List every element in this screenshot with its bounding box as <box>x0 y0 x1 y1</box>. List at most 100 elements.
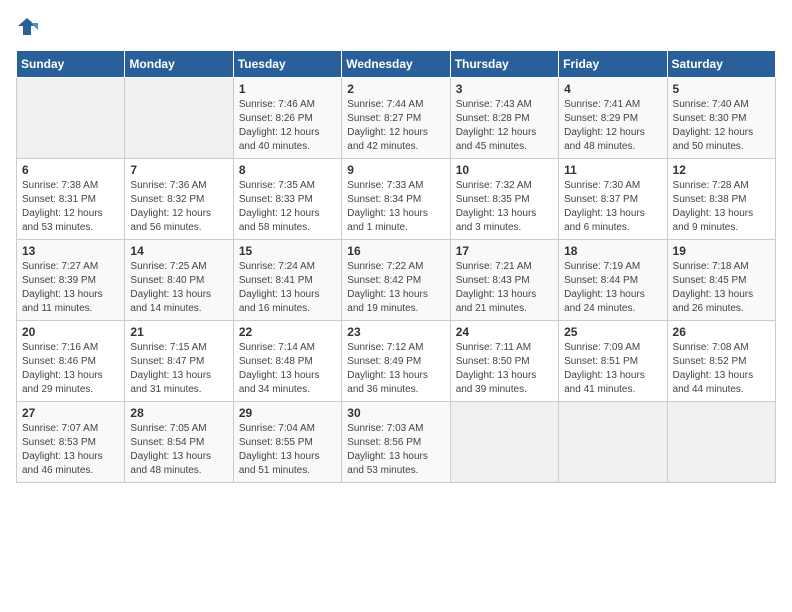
calendar-cell: 4 Sunrise: 7:41 AM Sunset: 8:29 PM Daylig… <box>559 78 667 159</box>
day-info: Sunrise: 7:32 AM Sunset: 8:35 PM Dayligh… <box>456 179 553 235</box>
calendar-cell: 12 Sunrise: 7:28 AM Sunset: 8:38 PM Dayli… <box>667 159 775 240</box>
day-info: Sunrise: 7:08 AM Sunset: 8:52 PM Dayligh… <box>673 341 770 397</box>
day-number: 14 <box>130 244 227 258</box>
calendar-cell: 8 Sunrise: 7:35 AM Sunset: 8:33 PM Daylig… <box>233 159 341 240</box>
day-number: 30 <box>347 406 444 420</box>
calendar-cell: 6 Sunrise: 7:38 AM Sunset: 8:31 PM Daylig… <box>17 159 125 240</box>
day-number: 3 <box>456 82 553 96</box>
day-number: 2 <box>347 82 444 96</box>
calendar-cell: 15 Sunrise: 7:24 AM Sunset: 8:41 PM Dayli… <box>233 240 341 321</box>
day-info: Sunrise: 7:25 AM Sunset: 8:40 PM Dayligh… <box>130 260 227 316</box>
calendar-cell: 29 Sunrise: 7:04 AM Sunset: 8:55 PM Dayli… <box>233 402 341 483</box>
day-number: 16 <box>347 244 444 258</box>
day-info: Sunrise: 7:35 AM Sunset: 8:33 PM Dayligh… <box>239 179 336 235</box>
day-number: 5 <box>673 82 770 96</box>
calendar-cell: 16 Sunrise: 7:22 AM Sunset: 8:42 PM Dayli… <box>342 240 450 321</box>
day-number: 12 <box>673 163 770 177</box>
day-number: 23 <box>347 325 444 339</box>
day-number: 25 <box>564 325 661 339</box>
day-header-saturday: Saturday <box>667 51 775 78</box>
week-row-4: 20 Sunrise: 7:16 AM Sunset: 8:46 PM Dayli… <box>17 321 776 402</box>
calendar-cell: 9 Sunrise: 7:33 AM Sunset: 8:34 PM Daylig… <box>342 159 450 240</box>
logo <box>16 16 42 38</box>
calendar-cell <box>559 402 667 483</box>
day-info: Sunrise: 7:38 AM Sunset: 8:31 PM Dayligh… <box>22 179 119 235</box>
logo-icon <box>16 16 38 38</box>
day-info: Sunrise: 7:41 AM Sunset: 8:29 PM Dayligh… <box>564 98 661 154</box>
day-info: Sunrise: 7:40 AM Sunset: 8:30 PM Dayligh… <box>673 98 770 154</box>
day-info: Sunrise: 7:28 AM Sunset: 8:38 PM Dayligh… <box>673 179 770 235</box>
day-info: Sunrise: 7:12 AM Sunset: 8:49 PM Dayligh… <box>347 341 444 397</box>
calendar-cell <box>125 78 233 159</box>
day-info: Sunrise: 7:03 AM Sunset: 8:56 PM Dayligh… <box>347 422 444 478</box>
day-number: 24 <box>456 325 553 339</box>
calendar-table: SundayMondayTuesdayWednesdayThursdayFrid… <box>16 50 776 483</box>
calendar-cell <box>450 402 558 483</box>
day-info: Sunrise: 7:15 AM Sunset: 8:47 PM Dayligh… <box>130 341 227 397</box>
calendar-cell: 19 Sunrise: 7:18 AM Sunset: 8:45 PM Dayli… <box>667 240 775 321</box>
day-info: Sunrise: 7:04 AM Sunset: 8:55 PM Dayligh… <box>239 422 336 478</box>
day-info: Sunrise: 7:46 AM Sunset: 8:26 PM Dayligh… <box>239 98 336 154</box>
calendar-cell: 10Sunrise: 7:32 AM Sunset: 8:35 PM Dayli… <box>450 159 558 240</box>
calendar-cell: 25 Sunrise: 7:09 AM Sunset: 8:51 PM Dayli… <box>559 321 667 402</box>
day-info: Sunrise: 7:27 AM Sunset: 8:39 PM Dayligh… <box>22 260 119 316</box>
day-info: Sunrise: 7:19 AM Sunset: 8:44 PM Dayligh… <box>564 260 661 316</box>
calendar-cell: 17 Sunrise: 7:21 AM Sunset: 8:43 PM Dayli… <box>450 240 558 321</box>
calendar-cell <box>667 402 775 483</box>
day-header-tuesday: Tuesday <box>233 51 341 78</box>
day-number: 28 <box>130 406 227 420</box>
calendar-cell: 30 Sunrise: 7:03 AM Sunset: 8:56 PM Dayli… <box>342 402 450 483</box>
day-number: 6 <box>22 163 119 177</box>
day-info: Sunrise: 7:07 AM Sunset: 8:53 PM Dayligh… <box>22 422 119 478</box>
day-number: 8 <box>239 163 336 177</box>
calendar-cell: 3 Sunrise: 7:43 AM Sunset: 8:28 PM Daylig… <box>450 78 558 159</box>
calendar-cell: 27 Sunrise: 7:07 AM Sunset: 8:53 PM Dayli… <box>17 402 125 483</box>
day-header-wednesday: Wednesday <box>342 51 450 78</box>
day-info: Sunrise: 7:36 AM Sunset: 8:32 PM Dayligh… <box>130 179 227 235</box>
day-info: Sunrise: 7:21 AM Sunset: 8:43 PM Dayligh… <box>456 260 553 316</box>
calendar-cell: 20 Sunrise: 7:16 AM Sunset: 8:46 PM Dayli… <box>17 321 125 402</box>
day-info: Sunrise: 7:09 AM Sunset: 8:51 PM Dayligh… <box>564 341 661 397</box>
day-number: 19 <box>673 244 770 258</box>
day-number: 4 <box>564 82 661 96</box>
calendar-cell: 22Sunrise: 7:14 AM Sunset: 8:48 PM Dayli… <box>233 321 341 402</box>
day-number: 29 <box>239 406 336 420</box>
day-info: Sunrise: 7:30 AM Sunset: 8:37 PM Dayligh… <box>564 179 661 235</box>
calendar-cell: 23 Sunrise: 7:12 AM Sunset: 8:49 PM Dayli… <box>342 321 450 402</box>
day-info: Sunrise: 7:05 AM Sunset: 8:54 PM Dayligh… <box>130 422 227 478</box>
day-info: Sunrise: 7:22 AM Sunset: 8:42 PM Dayligh… <box>347 260 444 316</box>
calendar-cell: 2 Sunrise: 7:44 AM Sunset: 8:27 PM Daylig… <box>342 78 450 159</box>
calendar-cell: 26 Sunrise: 7:08 AM Sunset: 8:52 PM Dayli… <box>667 321 775 402</box>
calendar-cell: 13Sunrise: 7:27 AM Sunset: 8:39 PM Dayli… <box>17 240 125 321</box>
day-number: 11 <box>564 163 661 177</box>
calendar-cell: 5 Sunrise: 7:40 AM Sunset: 8:30 PM Daylig… <box>667 78 775 159</box>
day-number: 27 <box>22 406 119 420</box>
calendar-cell: 28 Sunrise: 7:05 AM Sunset: 8:54 PM Dayli… <box>125 402 233 483</box>
day-number: 21 <box>130 325 227 339</box>
day-info: Sunrise: 7:11 AM Sunset: 8:50 PM Dayligh… <box>456 341 553 397</box>
day-number: 1 <box>239 82 336 96</box>
calendar-cell: 14 Sunrise: 7:25 AM Sunset: 8:40 PM Dayli… <box>125 240 233 321</box>
day-number: 15 <box>239 244 336 258</box>
day-number: 20 <box>22 325 119 339</box>
header <box>16 16 776 38</box>
day-number: 9 <box>347 163 444 177</box>
day-info: Sunrise: 7:24 AM Sunset: 8:41 PM Dayligh… <box>239 260 336 316</box>
day-info: Sunrise: 7:33 AM Sunset: 8:34 PM Dayligh… <box>347 179 444 235</box>
calendar-cell: 7Sunrise: 7:36 AM Sunset: 8:32 PM Daylig… <box>125 159 233 240</box>
week-row-5: 27 Sunrise: 7:07 AM Sunset: 8:53 PM Dayli… <box>17 402 776 483</box>
day-info: Sunrise: 7:43 AM Sunset: 8:28 PM Dayligh… <box>456 98 553 154</box>
calendar-cell: 21 Sunrise: 7:15 AM Sunset: 8:47 PM Dayli… <box>125 321 233 402</box>
day-number: 17 <box>456 244 553 258</box>
day-info: Sunrise: 7:18 AM Sunset: 8:45 PM Dayligh… <box>673 260 770 316</box>
day-header-thursday: Thursday <box>450 51 558 78</box>
calendar-cell: 18 Sunrise: 7:19 AM Sunset: 8:44 PM Dayli… <box>559 240 667 321</box>
day-info: Sunrise: 7:16 AM Sunset: 8:46 PM Dayligh… <box>22 341 119 397</box>
day-number: 26 <box>673 325 770 339</box>
day-header-friday: Friday <box>559 51 667 78</box>
day-info: Sunrise: 7:14 AM Sunset: 8:48 PM Dayligh… <box>239 341 336 397</box>
calendar-cell: 24 Sunrise: 7:11 AM Sunset: 8:50 PM Dayli… <box>450 321 558 402</box>
day-info: Sunrise: 7:44 AM Sunset: 8:27 PM Dayligh… <box>347 98 444 154</box>
day-number: 18 <box>564 244 661 258</box>
header-row: SundayMondayTuesdayWednesdayThursdayFrid… <box>17 51 776 78</box>
